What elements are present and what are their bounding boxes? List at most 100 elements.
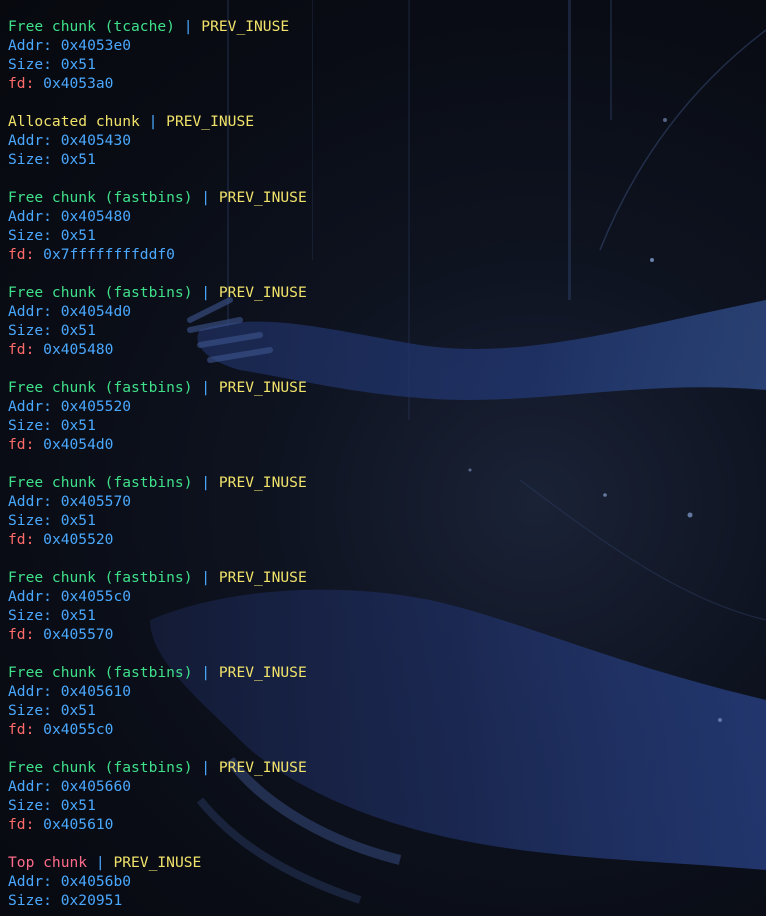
field-label: fd: [8, 75, 26, 92]
field-value: 0x405610: [43, 816, 114, 833]
chunk-type: Free chunk (fastbins): [8, 474, 193, 491]
heap-chunk: Free chunk (fastbins) | PREV_INUSE Addr: …: [8, 473, 307, 568]
field-label: Size: [8, 702, 44, 719]
separator: |: [174, 18, 202, 35]
chunk-header: Allocated chunk | PREV_INUSE: [8, 112, 307, 131]
field-label: fd: [8, 531, 26, 548]
field-value: 0x51: [60, 702, 96, 719]
field-label: fd: [8, 246, 26, 263]
field-label: fd: [8, 816, 26, 833]
chunk-flag: PREV_INUSE: [113, 854, 202, 871]
field-value: 0x4055c0: [43, 721, 114, 738]
chunk-field-addr: Addr: 0x405570: [8, 493, 132, 510]
field-value: 0x51: [60, 322, 96, 339]
chunk-type: Free chunk (fastbins): [8, 759, 193, 776]
field-label: Size: [8, 56, 44, 73]
chunk-type: Top chunk: [8, 854, 88, 871]
field-value: 0x51: [60, 512, 96, 529]
field-label: fd: [8, 436, 26, 453]
chunk-header: Free chunk (fastbins) | PREV_INUSE: [8, 188, 307, 207]
chunk-field-addr: Addr: 0x4055c0: [8, 588, 132, 605]
chunk-field-fd: fd: 0x405520: [8, 531, 114, 548]
field-label: Addr: [8, 683, 44, 700]
chunk-flag: PREV_INUSE: [218, 284, 307, 301]
separator: |: [192, 474, 219, 491]
chunk-field-addr: Addr: 0x405660: [8, 778, 132, 795]
heap-chunk: Free chunk (tcache) | PREV_INUSE Addr: 0x…: [8, 17, 307, 112]
chunk-field-addr: Addr: 0x405520: [8, 398, 132, 415]
chunk-field-size: Size: 0x51: [8, 512, 96, 529]
chunk-header: Free chunk (fastbins) | PREV_INUSE: [8, 283, 307, 302]
heap-chunk: Free chunk (fastbins) | PREV_INUSE Addr: …: [8, 568, 307, 663]
heap-chunks-output: Free chunk (tcache) | PREV_INUSE Addr: 0x…: [8, 17, 307, 910]
chunk-field-fd: fd: 0x4055c0: [8, 721, 114, 738]
separator: |: [192, 759, 219, 776]
field-value: 0x4054d0: [43, 436, 114, 453]
chunk-flag: PREV_INUSE: [218, 759, 307, 776]
field-label: Addr: [8, 778, 44, 795]
chunk-field-addr: Addr: 0x405610: [8, 683, 132, 700]
field-value: 0x51: [60, 56, 96, 73]
field-label: Addr: [8, 873, 44, 890]
field-label: Addr: [8, 132, 44, 149]
chunk-field-fd: fd: 0x4054d0: [8, 436, 114, 453]
chunk-header: Free chunk (fastbins) | PREV_INUSE: [8, 378, 307, 397]
chunk-field-size: Size: 0x51: [8, 56, 96, 73]
field-label: Addr: [8, 208, 44, 225]
field-value: 0x405480: [60, 208, 132, 225]
chunk-field-size: Size: 0x51: [8, 227, 96, 244]
chunk-type: Allocated chunk: [8, 113, 140, 130]
chunk-field-size: Size: 0x20951: [8, 892, 123, 909]
chunk-field-size: Size: 0x51: [8, 417, 96, 434]
separator: |: [192, 569, 219, 586]
separator: |: [192, 284, 219, 301]
chunk-type: Free chunk (fastbins): [8, 189, 193, 206]
field-value: 0x405570: [43, 626, 114, 643]
field-value: 0x405520: [60, 398, 132, 415]
chunk-type: Free chunk (tcache): [8, 18, 175, 35]
field-value: 0x405480: [43, 341, 114, 358]
separator: |: [192, 664, 219, 681]
field-value: 0x405430: [60, 132, 132, 149]
field-value: 0x51: [60, 227, 96, 244]
chunk-field-fd: fd: 0x405610: [8, 816, 114, 833]
chunk-field-size: Size: 0x51: [8, 702, 96, 719]
field-label: Size: [8, 417, 44, 434]
chunk-type: Free chunk (fastbins): [8, 284, 193, 301]
field-label: Size: [8, 322, 44, 339]
field-label: Addr: [8, 493, 44, 510]
separator: |: [139, 113, 167, 130]
field-value: 0x4053e0: [60, 37, 132, 54]
chunk-flag: PREV_INUSE: [218, 189, 307, 206]
heap-chunk: Free chunk (fastbins) | PREV_INUSE Addr: …: [8, 283, 307, 378]
chunk-field-addr: Addr: 0x4056b0: [8, 873, 132, 890]
field-label: Size: [8, 227, 44, 244]
chunk-field-addr: Addr: 0x4054d0: [8, 303, 132, 320]
field-value: 0x4053a0: [43, 75, 114, 92]
field-value: 0x4056b0: [60, 873, 132, 890]
field-value: 0x405610: [60, 683, 132, 700]
chunk-flag: PREV_INUSE: [166, 113, 255, 130]
chunk-field-addr: Addr: 0x4053e0: [8, 37, 132, 54]
chunk-header: Free chunk (tcache) | PREV_INUSE: [8, 17, 307, 36]
chunk-header: Free chunk (fastbins) | PREV_INUSE: [8, 758, 307, 777]
field-label: Size: [8, 892, 44, 909]
chunk-field-size: Size: 0x51: [8, 607, 96, 624]
field-label: Size: [8, 607, 44, 624]
field-label: Size: [8, 512, 44, 529]
heap-chunk: Free chunk (fastbins) | PREV_INUSE Addr: …: [8, 378, 307, 473]
chunk-field-fd: fd: 0x4053a0: [8, 75, 114, 92]
chunk-field-addr: Addr: 0x405430: [8, 132, 132, 149]
chunk-header: Free chunk (fastbins) | PREV_INUSE: [8, 473, 307, 492]
field-label: Size: [8, 797, 44, 814]
field-label: fd: [8, 626, 26, 643]
chunk-field-fd: fd: 0x7ffffffffddf0: [8, 246, 175, 263]
field-value: 0x7ffffffffddf0: [43, 246, 175, 263]
field-label: Addr: [8, 588, 44, 605]
field-value: 0x20951: [60, 892, 123, 909]
chunk-flag: PREV_INUSE: [218, 379, 307, 396]
chunk-field-size: Size: 0x51: [8, 151, 96, 168]
chunk-field-size: Size: 0x51: [8, 797, 96, 814]
chunk-header: Free chunk (fastbins) | PREV_INUSE: [8, 568, 307, 587]
field-label: fd: [8, 721, 26, 738]
